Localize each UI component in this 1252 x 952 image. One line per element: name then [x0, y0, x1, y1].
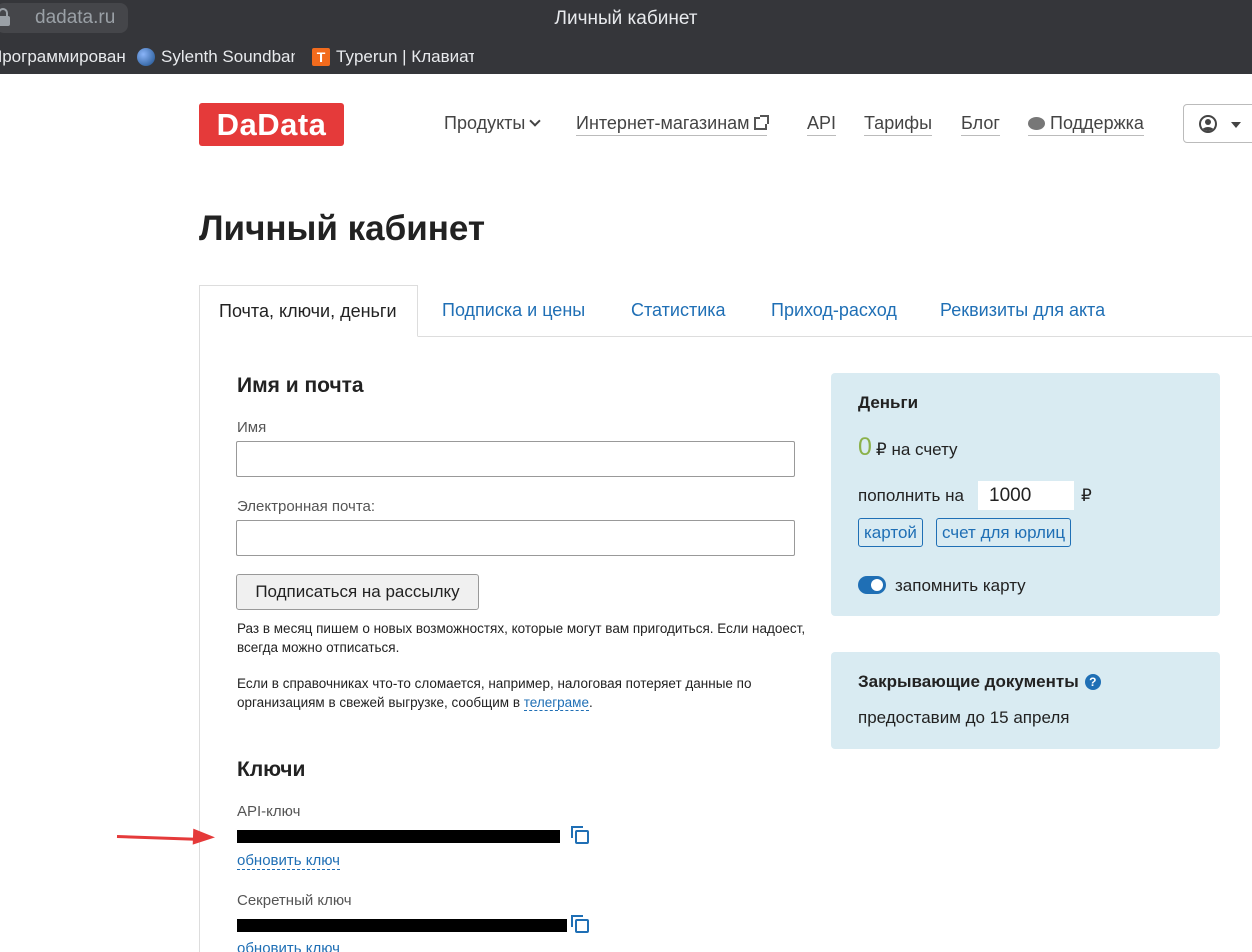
- browser-titlebar: dadata.ru Личный кабинет: [0, 0, 1252, 40]
- email-label: Электронная почта:: [237, 498, 376, 515]
- bookmark-label: Sylenth Soundbanks: [161, 47, 295, 66]
- copy-icon[interactable]: [571, 915, 589, 933]
- tab-income-expense[interactable]: Приход-расход: [771, 300, 897, 321]
- documents-title: Закрывающие документы?: [858, 672, 1101, 692]
- nav-label: Поддержка: [1050, 113, 1144, 133]
- name-field[interactable]: [236, 441, 795, 477]
- balance-suffix: ₽ на счету: [875, 440, 958, 459]
- currency-sign: ₽: [1081, 486, 1092, 505]
- documents-text: предоставим до 15 апреля: [858, 708, 1070, 727]
- bookmark-label: Typerun | Клавиатурный: [336, 47, 474, 66]
- subscribe-button[interactable]: Подписаться на рассылку: [236, 574, 479, 610]
- annotation-arrow: [116, 835, 200, 841]
- api-key-value-redacted: [237, 830, 560, 843]
- nav-tariffs[interactable]: Тарифы: [864, 113, 933, 136]
- remember-card-label: запомнить карту: [895, 576, 1026, 595]
- balance: 0 ₽ на счету: [858, 433, 958, 462]
- newsletter-note: Раз в месяц пишем о новых возможностях, …: [237, 621, 806, 655]
- tab-act-details[interactable]: Реквизиты для акта: [940, 300, 1105, 321]
- bookmarks-bar: Программирован Sylenth Soundbanks T Type…: [0, 40, 1252, 74]
- tab-mail-keys-money[interactable]: Почта, ключи, деньги: [199, 285, 418, 337]
- content-border: [199, 336, 200, 952]
- external-link-icon: [753, 115, 769, 130]
- nav-shops[interactable]: Интернет-магазинам: [576, 113, 769, 136]
- chevron-down-icon: [529, 115, 541, 127]
- nav-api[interactable]: API: [807, 113, 837, 136]
- help-icon[interactable]: ?: [1084, 674, 1101, 690]
- nav-label: Интернет-магазинам: [576, 113, 750, 133]
- secret-key-value-redacted: [237, 919, 567, 932]
- refresh-secret-key-link[interactable]: обновить ключ: [237, 940, 340, 952]
- secret-key-label: Секретный ключ: [237, 892, 352, 909]
- profile-heading: Имя и почта: [237, 374, 364, 397]
- documents-title-text: Закрывающие документы: [858, 672, 1079, 691]
- user-icon: [1199, 115, 1217, 133]
- nav-support[interactable]: Поддержка: [1028, 113, 1144, 136]
- nav-products[interactable]: Продукты: [444, 113, 541, 135]
- caret-down-icon: [1231, 122, 1241, 128]
- pay-card-button[interactable]: картой: [858, 518, 923, 547]
- dadata-logo[interactable]: DaData: [199, 103, 344, 146]
- topup-amount-input[interactable]: [978, 481, 1074, 510]
- keys-heading: Ключи: [237, 758, 306, 781]
- telegram-note-end: .: [588, 695, 593, 710]
- window-title: Личный кабинет: [554, 8, 698, 29]
- globe-icon: [137, 48, 155, 66]
- user-menu-button[interactable]: [1183, 104, 1252, 143]
- copy-icon[interactable]: [571, 826, 589, 844]
- email-field[interactable]: [236, 520, 795, 556]
- remember-card-toggle[interactable]: [858, 576, 886, 594]
- api-key-label: API-ключ: [237, 803, 301, 820]
- typerun-icon: T: [312, 48, 330, 66]
- pay-invoice-button[interactable]: счет для юрлиц: [936, 518, 1072, 547]
- documents-panel: Закрывающие документы? предоставим до 15…: [831, 652, 1220, 749]
- bookmark-programming[interactable]: Программирован: [0, 47, 130, 67]
- nav-blog[interactable]: Блог: [961, 113, 1000, 136]
- bookmark-typerun[interactable]: T Typerun | Клавиатурный: [312, 47, 474, 67]
- name-label: Имя: [237, 419, 267, 436]
- money-title: Деньги: [858, 393, 919, 412]
- money-panel: Деньги 0₽ на счету пополнить на ₽ картой…: [831, 373, 1220, 616]
- telegram-link[interactable]: телеграме: [523, 695, 589, 711]
- tab-subscription[interactable]: Подписка и цены: [442, 300, 585, 321]
- page-title: Личный кабинет: [199, 209, 486, 248]
- tabs-divider: [417, 336, 1252, 337]
- tab-statistics[interactable]: Статистика: [631, 300, 726, 321]
- annotation-arrow-head: [192, 828, 216, 846]
- balance-amount: 0: [858, 433, 872, 461]
- telegram-note-text: Если в справочниках что-то сломается, на…: [237, 676, 752, 710]
- refresh-api-key-link[interactable]: обновить ключ: [237, 852, 340, 870]
- nav-label: Продукты: [444, 113, 526, 133]
- telegram-note: Если в справочниках что-то сломается, на…: [237, 674, 807, 712]
- bookmark-sylenth[interactable]: Sylenth Soundbanks: [137, 47, 295, 67]
- chat-bubble-icon: [1028, 117, 1045, 130]
- topup-label: пополнить на: [858, 486, 964, 505]
